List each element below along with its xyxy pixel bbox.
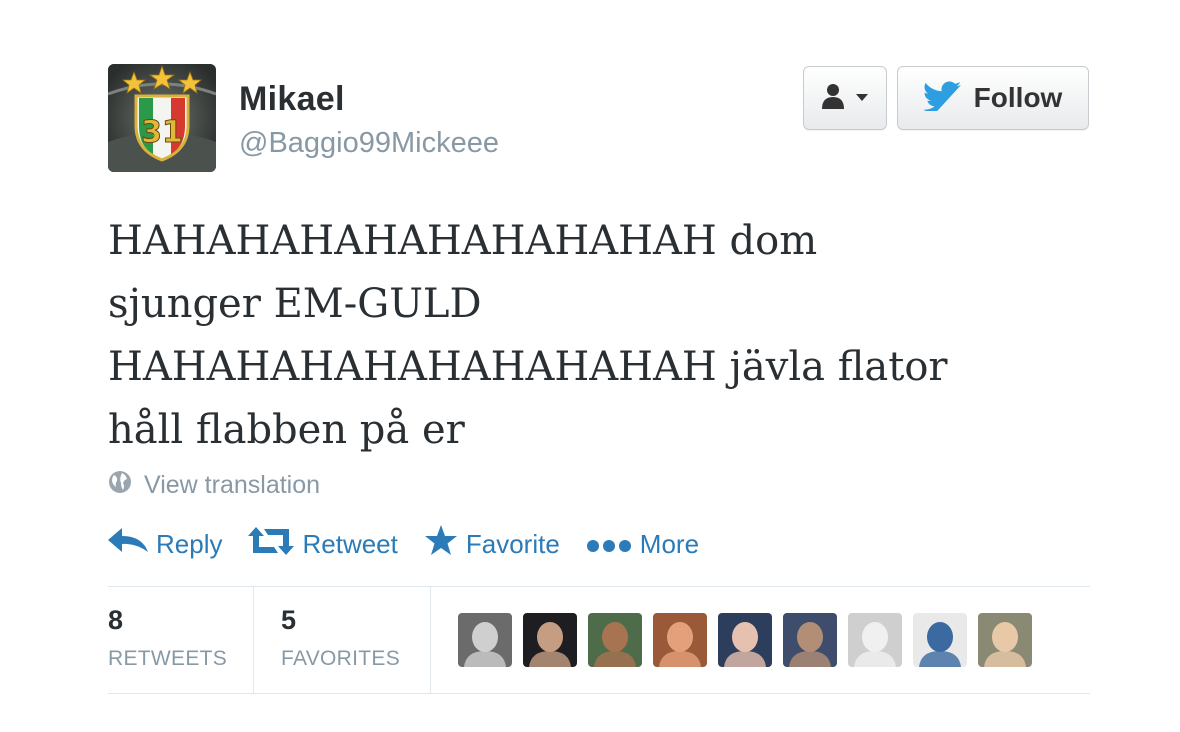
favoriter-6-avatar[interactable] — [783, 613, 837, 667]
user-screen-name[interactable]: @Baggio99Mickeee — [239, 127, 499, 160]
favoriter-1-avatar[interactable] — [458, 613, 512, 667]
tweet-stats: 8 RETWEETS 5 FAVORITES — [108, 586, 1090, 694]
reply-button[interactable]: Reply — [108, 528, 222, 561]
favoriter-7-avatar[interactable] — [848, 613, 902, 667]
tweet-actions: Reply Retweet Favorite More — [108, 525, 699, 564]
follow-button-label: Follow — [973, 82, 1063, 113]
avatar[interactable]: 31 — [108, 64, 216, 172]
retweets-count: 8 — [108, 605, 124, 635]
favorites-label: FAVORITES — [281, 647, 400, 670]
follow-button[interactable]: Follow — [897, 66, 1089, 130]
reply-label: Reply — [156, 529, 223, 559]
favoriter-4-avatar[interactable] — [653, 613, 707, 667]
favoriters-avatars — [458, 613, 1032, 667]
ellipsis-icon — [586, 529, 632, 560]
tweet-text: HAHAHAHAHAHAHAHAHAH dom sjunger EM-GULD … — [108, 210, 1088, 462]
tweet-text-line: HAHAHAHAHAHAHAHAHAH dom — [108, 218, 818, 264]
star-icon — [424, 525, 458, 564]
view-translation-label: View translation — [144, 471, 321, 499]
favoriter-5-avatar[interactable] — [718, 613, 772, 667]
retweet-button[interactable]: Retweet — [248, 527, 398, 562]
favoriter-9-avatar[interactable] — [978, 613, 1032, 667]
favorite-label: Favorite — [465, 529, 560, 559]
favorites-stat[interactable]: 5 FAVORITES — [253, 587, 431, 693]
globe-icon — [108, 470, 132, 501]
tweet-text-line: håll flabben på er — [108, 407, 465, 453]
retweet-icon — [248, 527, 295, 562]
favorites-count: 5 — [281, 605, 297, 635]
user-actions-dropdown-button[interactable] — [803, 66, 887, 130]
favoriter-2-avatar[interactable] — [523, 613, 577, 667]
favorite-button[interactable]: Favorite — [424, 525, 560, 564]
chevron-down-icon — [856, 89, 868, 107]
more-label: More — [639, 529, 700, 559]
svg-text:31: 31 — [141, 115, 183, 150]
user-icon — [822, 83, 852, 114]
twitter-bird-icon — [922, 81, 962, 116]
favoriter-8-avatar[interactable] — [913, 613, 967, 667]
tweet-text-line: HAHAHAHAHAHAHAHAHAH jävla flator — [108, 344, 948, 390]
user-fullname[interactable]: Mikael — [239, 80, 345, 119]
tweet-text-line: sjunger EM-GULD — [108, 281, 482, 327]
reply-icon — [108, 528, 148, 561]
favoriter-3-avatar[interactable] — [588, 613, 642, 667]
more-button[interactable]: More — [586, 529, 699, 560]
retweets-label: RETWEETS — [108, 647, 228, 670]
retweets-stat[interactable]: 8 RETWEETS — [108, 587, 254, 693]
retweet-label: Retweet — [302, 529, 398, 559]
view-translation-link[interactable]: View translation — [108, 470, 320, 501]
